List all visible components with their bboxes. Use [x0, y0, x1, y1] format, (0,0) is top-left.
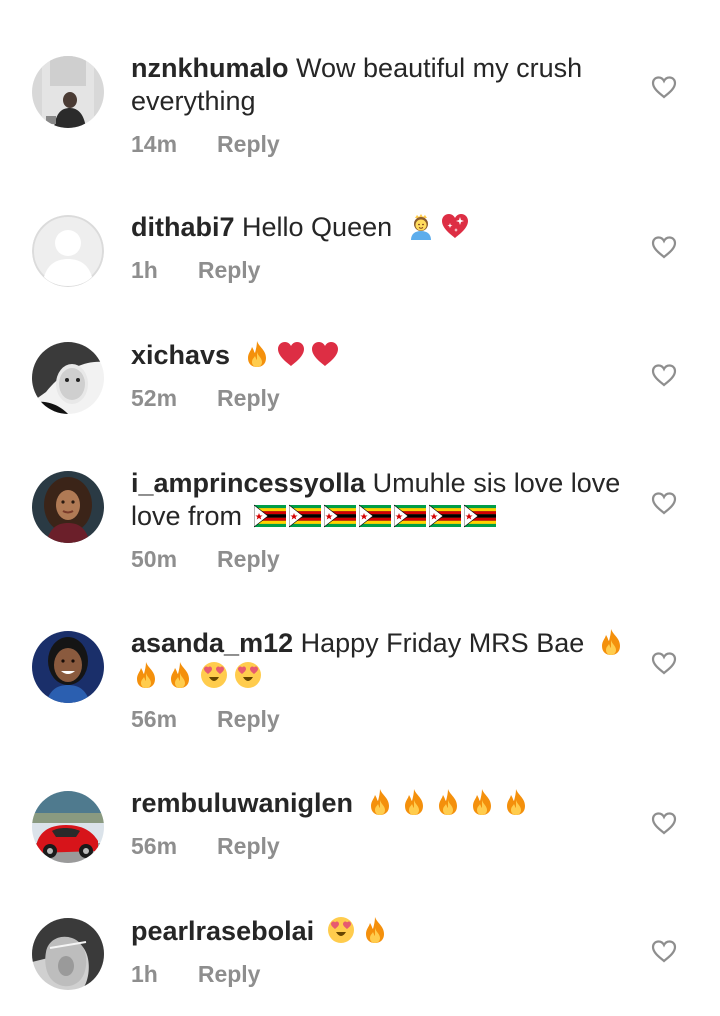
heart-eyes-emoji-icon — [199, 660, 229, 690]
red-heart-emoji-icon — [276, 339, 306, 369]
avatar[interactable] — [32, 471, 104, 543]
fire-emoji-icon — [467, 787, 497, 817]
comment-username[interactable]: xichavs — [131, 340, 230, 370]
fire-emoji-icon — [365, 787, 395, 817]
default-avatar-icon[interactable] — [32, 215, 104, 287]
heart-outline-icon[interactable] — [651, 811, 677, 835]
heart-outline-icon[interactable] — [651, 651, 677, 675]
fire-emoji-icon — [242, 339, 272, 369]
comment-meta: 14m Reply — [131, 128, 631, 161]
princess-emoji-icon — [406, 211, 436, 241]
heart-outline-icon[interactable] — [651, 939, 677, 963]
reply-button[interactable]: Reply — [198, 958, 261, 991]
comment-time: 52m — [131, 385, 178, 411]
comment-username[interactable]: nznkhumalo — [131, 53, 289, 83]
comment-username[interactable]: i_amprincessyolla — [131, 468, 365, 498]
zimbabwe-flag-emoji-icon — [324, 503, 356, 529]
comment-time: 1h — [131, 257, 158, 283]
heart-outline-icon[interactable] — [651, 491, 677, 515]
comment-body: xichavs 52m Reply — [131, 339, 631, 415]
avatar[interactable] — [32, 56, 104, 128]
heart-eyes-emoji-icon — [326, 915, 356, 945]
comment-body: nznkhumalo Wow beautiful my crush everyt… — [131, 52, 631, 161]
comment-username[interactable]: asanda_m12 — [131, 628, 293, 658]
comment-body: rembuluwaniglen 56m Reply — [131, 787, 631, 863]
reply-button[interactable]: Reply — [217, 543, 280, 576]
comment-text: Hello Queen — [242, 212, 393, 242]
red-heart-emoji-icon — [310, 339, 340, 369]
comment-time: 56m — [131, 706, 178, 732]
reply-button[interactable]: Reply — [217, 703, 280, 736]
comment-meta: 56m Reply — [131, 703, 631, 736]
reply-button[interactable]: Reply — [217, 830, 280, 863]
comment-body: dithabi7 Hello Queen 1h Reply — [131, 211, 631, 287]
comment-username[interactable]: rembuluwaniglen — [131, 788, 353, 818]
heart-eyes-emoji-icon — [233, 660, 263, 690]
comment-meta: 50m Reply — [131, 543, 631, 576]
comment-username[interactable]: pearlrasebolai — [131, 916, 314, 946]
comment-time: 1h — [131, 961, 158, 987]
comment-meta: 1h Reply — [131, 254, 631, 287]
comment-body: asanda_m12 Happy Friday MRS Bae 56m Repl… — [131, 627, 631, 736]
reply-button[interactable]: Reply — [217, 382, 280, 415]
fire-emoji-icon — [399, 787, 429, 817]
fire-emoji-icon — [131, 660, 161, 690]
zimbabwe-flag-emoji-icon — [254, 503, 286, 529]
avatar[interactable] — [32, 342, 104, 414]
fire-emoji-icon — [360, 915, 390, 945]
avatar[interactable] — [32, 791, 104, 863]
comment-username[interactable]: dithabi7 — [131, 212, 235, 242]
fire-emoji-icon — [165, 660, 195, 690]
avatar[interactable] — [32, 631, 104, 703]
reply-button[interactable]: Reply — [217, 128, 280, 161]
comment-time: 50m — [131, 546, 178, 572]
fire-emoji-icon — [501, 787, 531, 817]
sparkling-heart-emoji-icon — [440, 211, 470, 241]
zimbabwe-flag-emoji-icon — [289, 503, 321, 529]
reply-button[interactable]: Reply — [198, 254, 261, 287]
heart-outline-icon[interactable] — [651, 75, 677, 99]
zimbabwe-flag-emoji-icon — [394, 503, 426, 529]
heart-outline-icon[interactable] — [651, 235, 677, 259]
comment-meta: 56m Reply — [131, 830, 631, 863]
comment-body: i_amprincessyolla Umuhle sis love love l… — [131, 467, 631, 576]
zimbabwe-flag-emoji-icon — [359, 503, 391, 529]
zimbabwe-flag-emoji-icon — [464, 503, 496, 529]
avatar[interactable] — [32, 918, 104, 990]
comment-body: pearlrasebolai 1h Reply — [131, 915, 631, 991]
heart-outline-icon[interactable] — [651, 363, 677, 387]
comment-text: Happy Friday MRS Bae — [300, 628, 585, 658]
comment-time: 56m — [131, 833, 178, 859]
zimbabwe-flag-emoji-icon — [429, 503, 461, 529]
comment-meta: 1h Reply — [131, 958, 631, 991]
fire-emoji-icon — [433, 787, 463, 817]
comment-time: 14m — [131, 131, 178, 157]
fire-emoji-icon — [596, 627, 626, 657]
comment-meta: 52m Reply — [131, 382, 631, 415]
